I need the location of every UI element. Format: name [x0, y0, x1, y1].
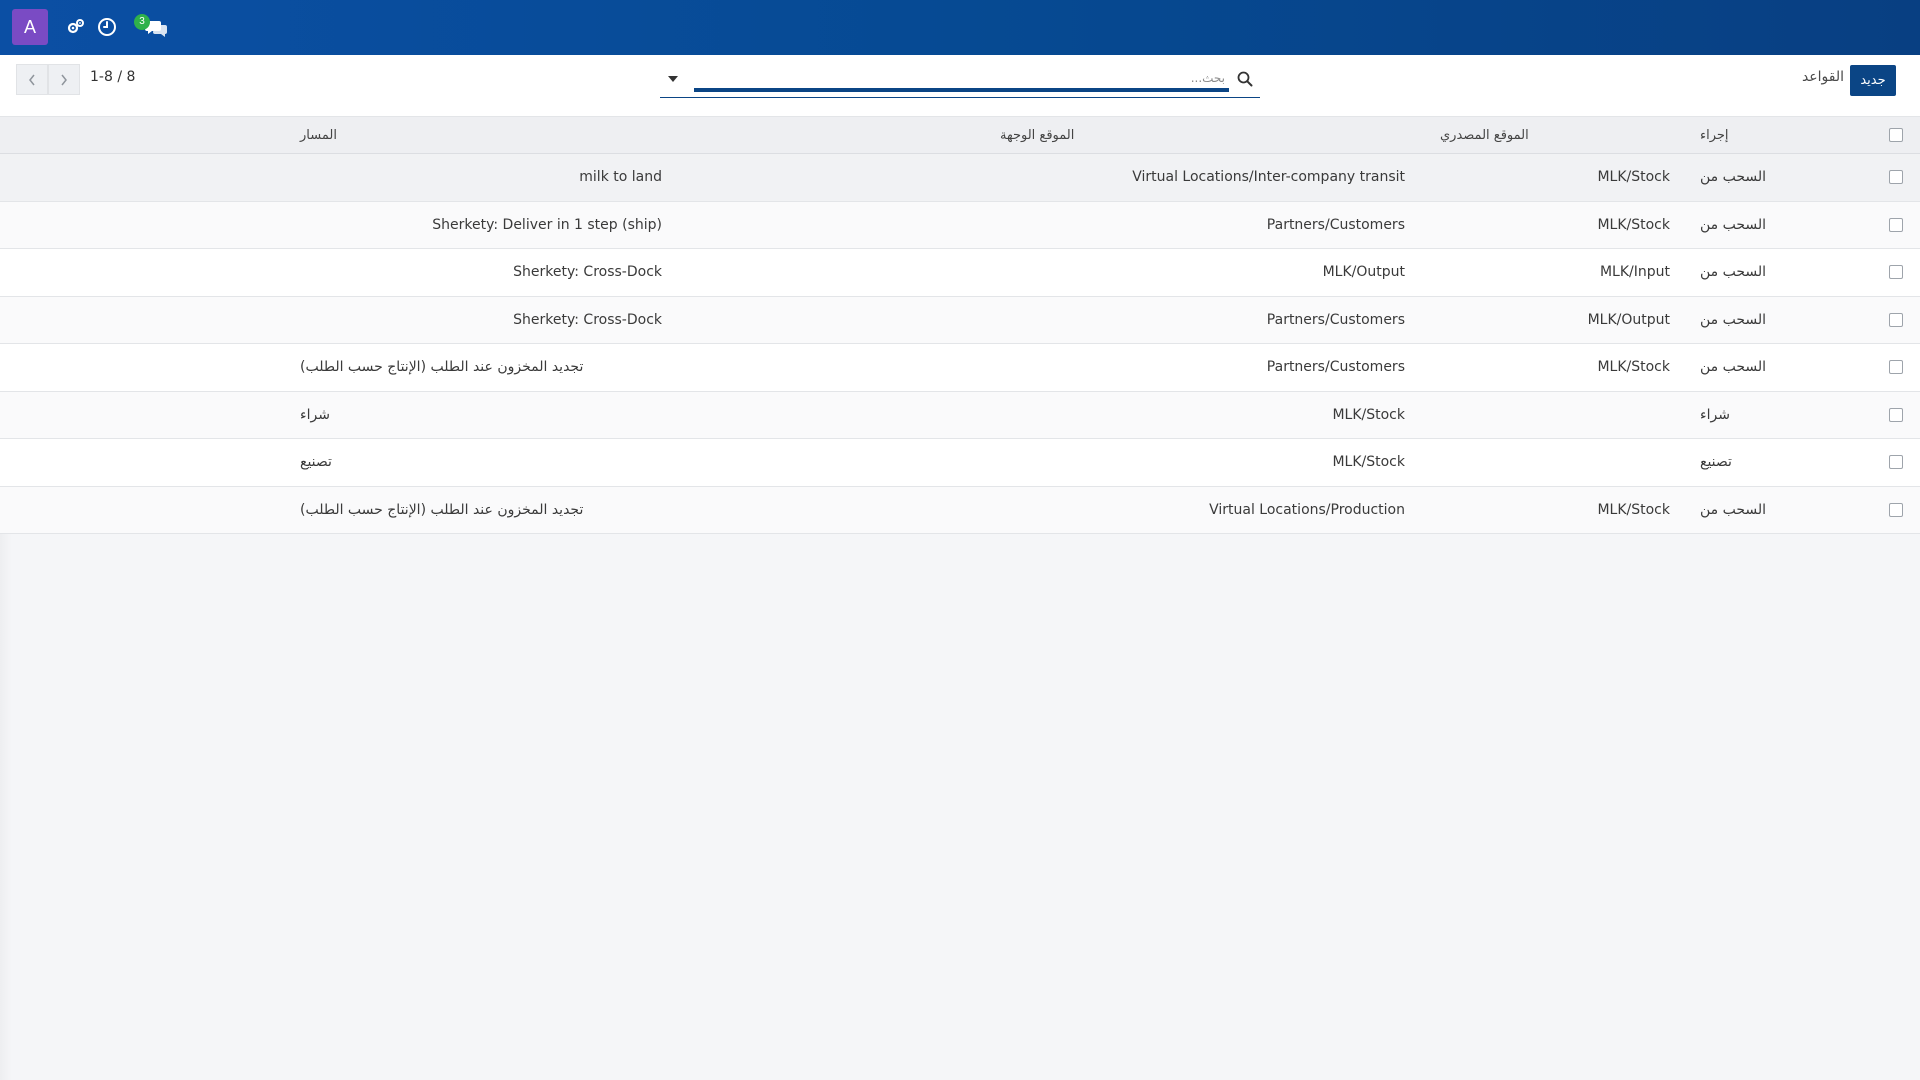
cell-destination-location: Partners/Customers	[1266, 359, 1405, 376]
cell-route: Sherkety: Deliver in 1 step (ship)	[432, 216, 662, 233]
cell-route: تجديد المخزون عند الطلب (الإنتاج حسب الط…	[300, 359, 584, 376]
cell-route: تصنيع	[300, 454, 332, 471]
table-row[interactable]: شراء MLK/Stock شراء	[0, 391, 1920, 439]
search-bar	[660, 66, 1260, 98]
cell-destination-location: MLK/Stock	[1332, 454, 1405, 471]
control-panel: 1-8 / 8 القواعد جديد	[0, 55, 1920, 117]
cell-source-location: MLK/Input	[1599, 264, 1670, 281]
row-checkbox[interactable]	[1883, 392, 1909, 439]
select-all-checkbox[interactable]	[1883, 117, 1909, 153]
search-icon[interactable]	[1236, 70, 1254, 88]
row-checkbox[interactable]	[1883, 439, 1909, 486]
column-header-source-location[interactable]: الموقع المصدري	[1440, 117, 1677, 153]
cell-action: السحب من	[1700, 311, 1767, 328]
cell-action: السحب من	[1700, 359, 1767, 376]
cell-source-location: MLK/Stock	[1597, 501, 1670, 518]
settings-gear-icon[interactable]	[64, 15, 88, 39]
cell-source-location: MLK/Stock	[1597, 359, 1670, 376]
cell-route: شراء	[300, 406, 330, 423]
table-row[interactable]: تصنيع MLK/Stock تصنيع	[0, 439, 1920, 487]
cell-source-location	[1440, 392, 1670, 439]
chevron-left-icon	[29, 74, 35, 85]
rules-table: إجراء الموقع المصدري الموقع الوجهة المسا…	[0, 117, 1920, 534]
table-header: إجراء الموقع المصدري الموقع الوجهة المسا…	[0, 117, 1920, 154]
row-checkbox[interactable]	[1883, 249, 1909, 296]
cell-action: السحب من	[1700, 216, 1767, 233]
column-header-route[interactable]: المسار	[300, 117, 670, 153]
cell-route: Sherkety: Cross-Dock	[513, 311, 662, 328]
cell-action: تصنيع	[1700, 454, 1732, 471]
cell-action: شراء	[1700, 406, 1730, 423]
column-header-action[interactable]: إجراء	[1700, 117, 1875, 153]
row-checkbox[interactable]	[1883, 297, 1909, 344]
table-row[interactable]: السحب من MLK/Stock Partners/Customers Sh…	[0, 201, 1920, 249]
cell-source-location: MLK/Stock	[1597, 216, 1670, 233]
cell-destination-location: MLK/Output	[1322, 264, 1405, 281]
search-input[interactable]	[694, 68, 1229, 92]
cell-action: السحب من	[1700, 264, 1767, 281]
row-checkbox[interactable]	[1883, 154, 1909, 201]
row-checkbox[interactable]	[1883, 344, 1909, 391]
cell-source-location	[1440, 439, 1670, 486]
cell-destination-location: MLK/Stock	[1332, 406, 1405, 423]
cell-route: تجديد المخزون عند الطلب (الإنتاج حسب الط…	[300, 501, 584, 518]
table-row[interactable]: السحب من MLK/Input MLK/Output Sherkety: …	[0, 249, 1920, 297]
table-row[interactable]: السحب من MLK/Stock Virtual Locations/Pro…	[0, 486, 1920, 534]
row-checkbox[interactable]	[1883, 487, 1909, 534]
cell-route: milk to land	[579, 169, 662, 186]
cell-action: السحب من	[1700, 501, 1767, 518]
pager-value[interactable]: 1-8 / 8	[90, 69, 135, 85]
table-row[interactable]: السحب من MLK/Stock Partners/Customers تج…	[0, 344, 1920, 392]
cell-destination-location: Virtual Locations/Inter-company transit	[1132, 169, 1405, 186]
table-row[interactable]: السحب من MLK/Output Partners/Customers S…	[0, 296, 1920, 344]
cell-route: Sherkety: Cross-Dock	[513, 264, 662, 281]
pager-next-button[interactable]	[48, 64, 80, 95]
top-navbar: A 3	[0, 0, 1920, 55]
cell-source-location: MLK/Output	[1587, 311, 1670, 328]
cell-action: السحب من	[1700, 169, 1767, 186]
cell-destination-location: Partners/Customers	[1266, 216, 1405, 233]
search-options-toggle-icon[interactable]	[668, 76, 678, 82]
user-avatar[interactable]: A	[12, 9, 48, 45]
cell-destination-location: Partners/Customers	[1266, 311, 1405, 328]
cell-source-location: MLK/Stock	[1597, 169, 1670, 186]
column-header-destination-location[interactable]: الموقع الوجهة	[1000, 117, 1413, 153]
cell-destination-location: Virtual Locations/Production	[1209, 501, 1405, 518]
clock-icon[interactable]	[95, 15, 119, 39]
table-row[interactable]: السحب من MLK/Stock Virtual Locations/Int…	[0, 154, 1920, 202]
chat-count-badge: 3	[134, 14, 150, 30]
chevron-right-icon	[61, 74, 67, 85]
pager-previous-button[interactable]	[16, 64, 48, 95]
row-checkbox[interactable]	[1883, 202, 1909, 249]
new-button[interactable]: جديد	[1850, 65, 1896, 96]
breadcrumb: القواعد	[1801, 69, 1844, 85]
